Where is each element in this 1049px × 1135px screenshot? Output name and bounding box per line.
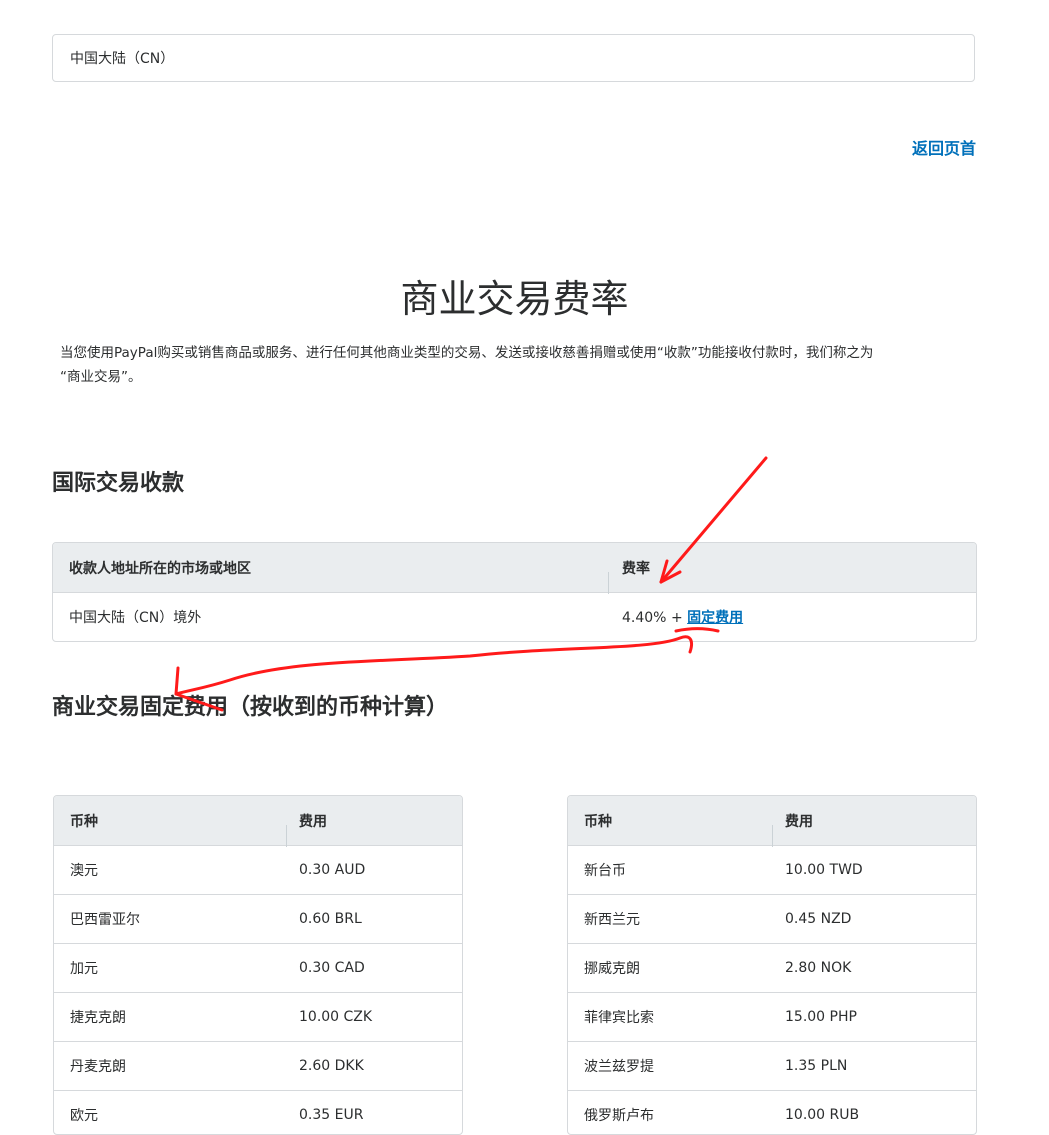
back-to-top-link[interactable]: 返回页首 bbox=[912, 135, 976, 159]
rate-value: 4.40% bbox=[622, 610, 667, 626]
table-header-row: 币种 费用 bbox=[54, 796, 462, 847]
table-row: 波兰兹罗提 1.35 PLN bbox=[568, 1041, 976, 1090]
currency-cell: 巴西雷亚尔 bbox=[70, 912, 140, 928]
intl-section-heading: 国际交易收款 bbox=[52, 471, 185, 496]
currency-cell: 挪威克朗 bbox=[584, 961, 640, 977]
currency-cell: 新西兰元 bbox=[584, 912, 640, 928]
fee-cell: 10.00 CZK bbox=[299, 1009, 373, 1025]
fee-cell: 15.00 PHP bbox=[785, 1009, 857, 1025]
table-row: 欧元 0.35 EUR bbox=[54, 1090, 462, 1134]
header-currency: 币种 bbox=[70, 813, 98, 830]
fee-cell: 10.00 RUB bbox=[785, 1107, 860, 1123]
fee-cell: 0.45 NZD bbox=[785, 911, 852, 927]
fee-cell: 0.35 EUR bbox=[299, 1107, 364, 1123]
intro-paragraph: 当您使用PayPal购买或销售商品或服务、进行任何其他商业类型的交易、发送或接收… bbox=[60, 341, 970, 389]
rate-cell: 4.40% + 固定费用 bbox=[608, 607, 976, 627]
table-row: 挪威克朗 2.80 NOK bbox=[568, 943, 976, 992]
header-currency: 币种 bbox=[584, 813, 612, 830]
table-row: 菲律宾比索 15.00 PHP bbox=[568, 992, 976, 1041]
table-row: 加元 0.30 CAD bbox=[54, 943, 462, 992]
fee-cell: 0.60 BRL bbox=[299, 911, 362, 927]
rate-plus: + bbox=[670, 610, 683, 626]
annotation-curve-arrow bbox=[174, 635, 694, 696]
currency-cell: 加元 bbox=[70, 961, 98, 977]
table-row: 丹麦克朗 2.60 DKK bbox=[54, 1041, 462, 1090]
table-header-row: 币种 费用 bbox=[568, 796, 976, 847]
fee-cell: 0.30 CAD bbox=[299, 960, 365, 976]
header-region: 收款人地址所在的市场或地区 bbox=[69, 560, 251, 577]
fixed-fee-section-heading: 商业交易固定费用（按收到的币种计算） bbox=[52, 695, 449, 720]
table-header-row: 收款人地址所在的市场或地区 费率 bbox=[53, 543, 976, 594]
currency-cell: 丹麦克朗 bbox=[70, 1059, 126, 1075]
currency-cell: 俄罗斯卢布 bbox=[584, 1108, 654, 1124]
header-fee: 费用 bbox=[772, 811, 976, 847]
intro-line-2: “商业交易”。 bbox=[60, 369, 142, 385]
fee-cell: 2.80 NOK bbox=[785, 960, 852, 976]
currency-fee-table-right: 币种 费用 新台币 10.00 TWD 新西兰元 0.45 NZD 挪威克朗 2… bbox=[567, 795, 977, 1135]
intro-line-1: 当您使用PayPal购买或销售商品或服务、进行任何其他商业类型的交易、发送或接收… bbox=[60, 345, 874, 361]
intl-rate-table: 收款人地址所在的市场或地区 费率 中国大陆（CN）境外 4.40% + 固定费用 bbox=[52, 542, 977, 642]
table-row: 中国大陆（CN）境外 4.40% + 固定费用 bbox=[53, 592, 976, 641]
table-row: 新西兰元 0.45 NZD bbox=[568, 894, 976, 943]
currency-fee-table-left: 币种 费用 澳元 0.30 AUD 巴西雷亚尔 0.60 BRL 加元 0.30… bbox=[53, 795, 463, 1135]
currency-cell: 捷克克朗 bbox=[70, 1010, 126, 1026]
fee-cell: 2.60 DKK bbox=[299, 1058, 364, 1074]
currency-cell: 澳元 bbox=[70, 863, 98, 879]
country-selector[interactable]: 中国大陆（CN） bbox=[52, 34, 975, 82]
country-selector-value: 中国大陆（CN） bbox=[70, 51, 175, 67]
currency-cell: 波兰兹罗提 bbox=[584, 1059, 654, 1075]
page-title: 商业交易费率 bbox=[400, 277, 629, 321]
region-cell: 中国大陆（CN）境外 bbox=[69, 610, 202, 626]
table-row: 新台币 10.00 TWD bbox=[568, 845, 976, 894]
header-rate: 费率 bbox=[608, 558, 976, 594]
table-row: 捷克克朗 10.00 CZK bbox=[54, 992, 462, 1041]
fee-cell: 10.00 TWD bbox=[785, 862, 863, 878]
currency-cell: 新台币 bbox=[584, 863, 626, 879]
fee-cell: 0.30 AUD bbox=[299, 862, 366, 878]
table-row: 俄罗斯卢布 10.00 RUB bbox=[568, 1090, 976, 1134]
fixed-fee-link[interactable]: 固定费用 bbox=[687, 610, 743, 626]
table-row: 澳元 0.30 AUD bbox=[54, 845, 462, 894]
currency-cell: 菲律宾比索 bbox=[584, 1010, 654, 1026]
table-row: 巴西雷亚尔 0.60 BRL bbox=[54, 894, 462, 943]
currency-cell: 欧元 bbox=[70, 1108, 98, 1124]
header-fee: 费用 bbox=[286, 811, 462, 847]
fee-cell: 1.35 PLN bbox=[785, 1058, 848, 1074]
